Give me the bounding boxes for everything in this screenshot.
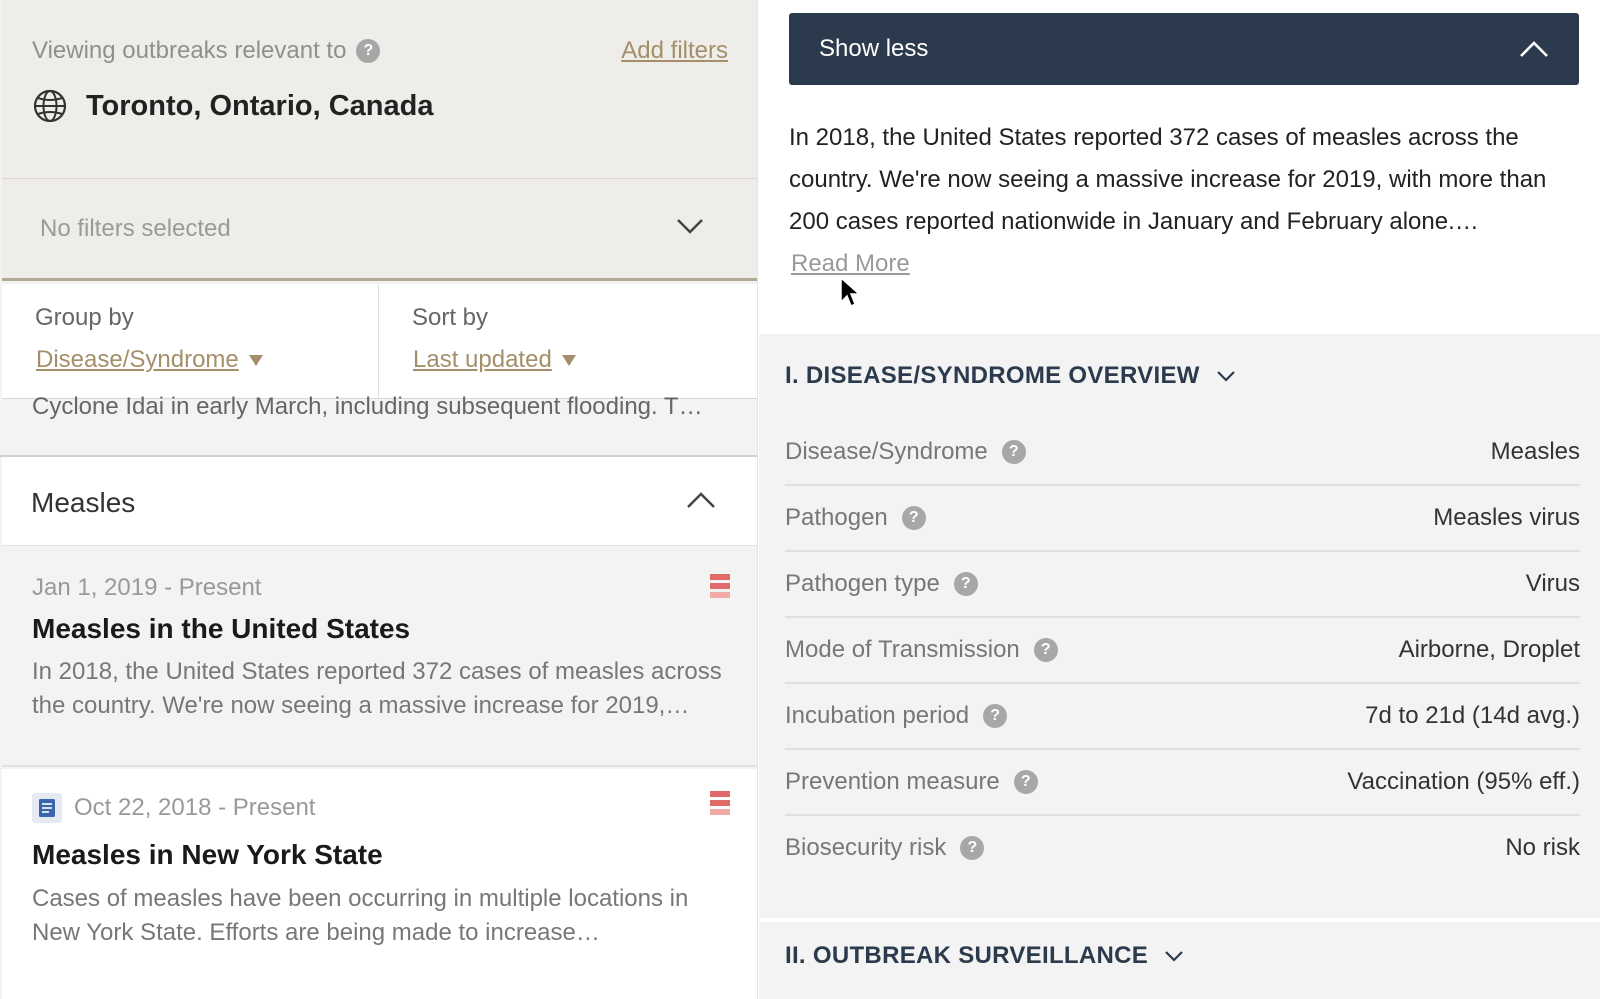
disease-overview-section: I. DISEASE/SYNDROME OVERVIEW Disease/Syn…	[759, 334, 1600, 918]
property-row: Biosecurity risk ? No risk	[785, 816, 1580, 882]
viewing-label-row: Viewing outbreaks relevant to ?	[32, 37, 381, 65]
property-label-text: Mode of Transmission	[785, 636, 1020, 663]
property-row: Pathogen ? Measles virus	[785, 486, 1580, 552]
chevron-up-icon[interactable]	[686, 491, 716, 509]
location-filter-box: Viewing outbreaks relevant to ? Add filt…	[2, 0, 757, 281]
outbreak-list-panel: Viewing outbreaks relevant to ? Add filt…	[0, 0, 758, 999]
property-label: Incubation period ?	[785, 702, 1008, 730]
outbreak-date: Jan 1, 2019 - Present	[32, 574, 262, 601]
document-icon	[32, 793, 62, 823]
location-name: Toronto, Ontario, Canada	[86, 89, 434, 122]
sort-by-dropdown[interactable]: Last updated	[413, 346, 576, 374]
property-value: Airborne, Droplet	[1398, 636, 1580, 663]
group-by-value: Disease/Syndrome	[36, 346, 239, 373]
property-row: Pathogen type ? Virus	[785, 552, 1580, 618]
property-label: Mode of Transmission ?	[785, 636, 1058, 664]
outbreak-list-item[interactable]: Oct 22, 2018 - Present Measles in New Yo…	[2, 769, 757, 999]
property-row: Prevention measure ? Vaccination (95% ef…	[785, 750, 1580, 816]
group-sort-bar: Group by Disease/Syndrome Sort by Last u…	[2, 284, 757, 399]
truncated-item-description: Cyclone Idai in early March, including s…	[32, 393, 703, 420]
property-row: Incubation period ? 7d to 21d (14d avg.)	[785, 684, 1580, 750]
group-title: Measles	[31, 487, 136, 518]
question-circle-icon[interactable]: ?	[983, 704, 1008, 728]
outbreak-date: Oct 22, 2018 - Present	[74, 794, 316, 821]
chevron-up-icon	[1520, 41, 1548, 57]
question-circle-icon[interactable]: ?	[356, 39, 381, 63]
outbreak-title[interactable]: Measles in New York State	[32, 839, 383, 871]
outbreak-title[interactable]: Measles in the United States	[32, 613, 410, 645]
outbreak-description: In 2018, the United States reported 372 …	[32, 658, 722, 719]
filters-dropdown-label[interactable]: No filters selected	[40, 215, 231, 243]
viewing-label: Viewing outbreaks relevant to	[32, 37, 347, 64]
group-header-measles[interactable]: Measles	[2, 457, 757, 546]
chevron-down-icon[interactable]	[676, 217, 704, 235]
section-title: I. DISEASE/SYNDROME OVERVIEW	[785, 362, 1200, 389]
property-label-text: Pathogen	[785, 504, 888, 531]
caret-down-icon	[561, 354, 576, 366]
section-title: II. OUTBREAK SURVEILLANCE	[785, 942, 1149, 969]
mouse-pointer-icon	[840, 276, 861, 308]
property-label: Biosecurity risk ?	[785, 834, 985, 862]
property-label: Pathogen ?	[785, 504, 926, 532]
question-circle-icon[interactable]: ?	[901, 506, 926, 530]
question-circle-icon[interactable]: ?	[1001, 440, 1026, 464]
section-header-surveillance[interactable]: II. OUTBREAK SURVEILLANCE	[785, 942, 1184, 970]
outbreak-detail-panel: Show less In 2018, the United States rep…	[759, 0, 1600, 999]
show-less-label: Show less	[819, 35, 929, 62]
property-value: Vaccination (95% eff.)	[1347, 768, 1580, 795]
outbreak-description: Cases of measles have been occurring in …	[32, 885, 689, 946]
property-row: Disease/Syndrome ? Measles	[785, 420, 1580, 486]
property-label-text: Biosecurity risk	[785, 834, 947, 861]
group-by-dropdown[interactable]: Disease/Syndrome	[36, 346, 263, 374]
group-by-label: Group by	[35, 304, 134, 331]
property-label-text: Prevention measure	[785, 768, 1000, 795]
sort-by-control: Sort by Last updated	[378, 284, 576, 399]
outbreak-list-item[interactable]: Jan 1, 2019 - Present Measles in the Uni…	[2, 547, 757, 767]
outbreak-summary: In 2018, the United States reported 372 …	[789, 124, 1547, 235]
sort-by-value: Last updated	[413, 346, 552, 373]
property-value: Measles virus	[1433, 504, 1580, 531]
question-circle-icon[interactable]: ?	[1013, 770, 1038, 794]
globe-icon	[33, 89, 67, 123]
sort-by-label: Sort by	[412, 304, 489, 331]
property-value: No risk	[1505, 834, 1580, 861]
severity-bars-icon	[710, 791, 730, 819]
property-value: Measles	[1490, 438, 1580, 465]
chevron-down-icon	[1216, 370, 1235, 382]
property-label-text: Pathogen type	[785, 570, 940, 597]
severity-bars-icon	[710, 574, 730, 602]
read-more-link[interactable]: Read More	[791, 250, 910, 278]
property-label: Pathogen type ?	[785, 570, 978, 598]
property-label: Disease/Syndrome ?	[785, 438, 1026, 466]
property-row: Mode of Transmission ? Airborne, Droplet	[785, 618, 1580, 684]
caret-down-icon	[248, 354, 263, 366]
property-value: 7d to 21d (14d avg.)	[1365, 702, 1580, 729]
outbreak-surveillance-section: II. OUTBREAK SURVEILLANCE	[759, 922, 1600, 999]
question-circle-icon[interactable]: ?	[953, 572, 978, 596]
property-value: Virus	[1525, 570, 1580, 597]
property-label-text: Incubation period	[785, 702, 970, 729]
divider	[2, 178, 757, 179]
chevron-down-icon	[1165, 950, 1183, 962]
section-header-overview[interactable]: I. DISEASE/SYNDROME OVERVIEW	[785, 362, 1236, 390]
add-filters-link[interactable]: Add filters	[621, 37, 728, 65]
question-circle-icon[interactable]: ?	[1033, 638, 1058, 662]
current-location: Toronto, Ontario, Canada	[32, 88, 433, 124]
question-circle-icon[interactable]: ?	[960, 836, 985, 860]
property-label-text: Disease/Syndrome	[785, 438, 988, 465]
property-label: Prevention measure ?	[785, 768, 1038, 796]
show-less-button[interactable]: Show less	[789, 13, 1579, 85]
outbreak-date-row: Oct 22, 2018 - Present	[32, 793, 315, 823]
